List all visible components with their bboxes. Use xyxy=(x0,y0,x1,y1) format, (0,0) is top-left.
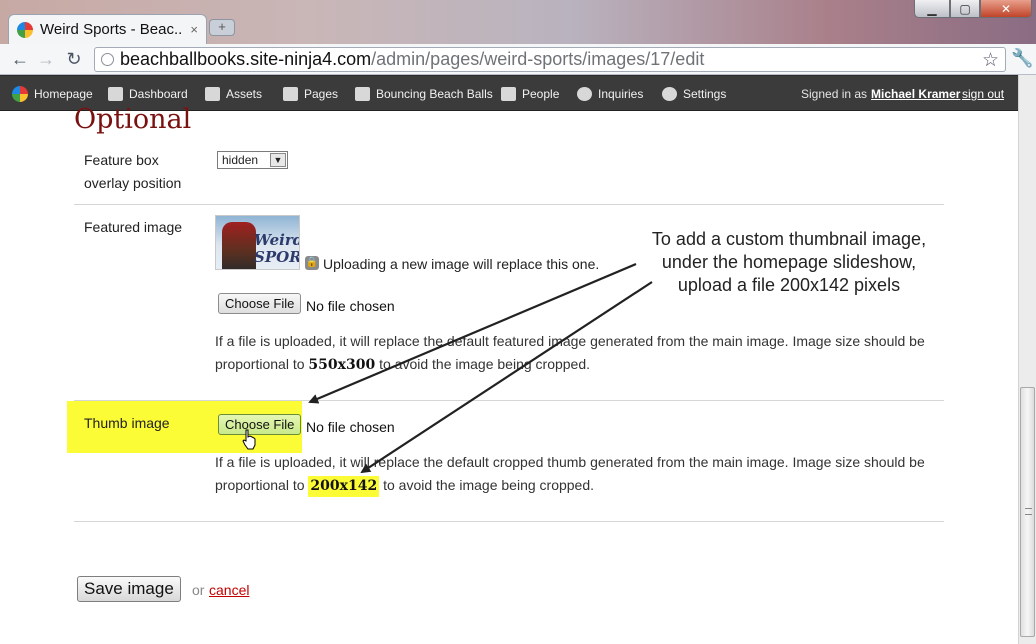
thumb-size: 200x142 xyxy=(308,476,380,497)
featured-image-preview: Weird SPORTS xyxy=(215,215,300,270)
new-tab-button[interactable]: + xyxy=(209,19,235,36)
replace-note: Uploading a new image will replace this … xyxy=(323,256,600,272)
signed-in-prefix: Signed in as xyxy=(801,87,868,101)
nav-item-label: Bouncing Beach Balls xyxy=(376,87,493,101)
gear-icon xyxy=(662,87,677,101)
nav-item-assets[interactable]: Assets xyxy=(205,76,262,112)
nav-item-label: Homepage xyxy=(34,87,93,101)
back-arrow-icon[interactable]: ← xyxy=(8,48,32,70)
nav-item-label: Pages xyxy=(304,87,339,101)
overlay-position-select[interactable]: hidden ▼ xyxy=(217,151,288,169)
nav-item-label: People xyxy=(522,87,560,101)
thumb-no-file-text: No file chosen xyxy=(306,419,395,435)
scrollbar-thumb[interactable] xyxy=(1020,387,1035,637)
person-icon xyxy=(501,87,516,101)
featured-help-text: If a file is uploaded, it will replace t… xyxy=(215,330,935,377)
tab-title: Weird Sports - Beac... xyxy=(40,21,184,38)
arrow-to-thumb-size xyxy=(360,281,653,474)
url-host: beachballbooks.site-ninja4.com xyxy=(120,49,372,69)
annotation-line: under the homepage slideshow, xyxy=(661,252,917,272)
preview-logo-text: Weird SPORTS xyxy=(254,231,300,266)
page-icon xyxy=(101,53,114,66)
nav-item-label: Inquiries xyxy=(598,87,644,101)
nav-item-pages[interactable]: Pages xyxy=(283,76,338,112)
address-bar[interactable]: beachballbooks.site-ninja4.com/admin/pag… xyxy=(94,47,1006,72)
forward-arrow-icon[interactable]: → xyxy=(34,48,58,70)
thumb-image-label: Thumb image xyxy=(84,415,170,431)
or-text: or xyxy=(192,582,205,598)
beachball-icon xyxy=(12,86,28,102)
browser-toolbar: ← → ↻ beachballbooks.site-ninja4.com/adm… xyxy=(0,44,1036,75)
featured-help-after: to avoid the image being cropped. xyxy=(375,356,591,372)
folder-icon xyxy=(205,87,220,101)
overlay-position-label: Feature box overlay position xyxy=(84,152,182,191)
thumb-help-after: to avoid the image being cropped. xyxy=(379,477,595,493)
annotation-line: To add a custom thumbnail image, xyxy=(651,229,927,249)
chevron-down-icon: ▼ xyxy=(270,153,286,167)
nav-item-settings[interactable]: Settings xyxy=(662,76,726,112)
nav-item-inquiries[interactable]: Inquiries xyxy=(577,76,643,112)
wrench-icon[interactable]: 🔧 xyxy=(1011,48,1033,69)
signed-in-status: Signed in as Michael Kramer xyxy=(801,76,960,112)
thumb-help-text: If a file is uploaded, it will replace t… xyxy=(215,451,935,498)
cancel-link[interactable]: cancel xyxy=(209,582,249,598)
featured-size: 550x300 xyxy=(308,357,376,373)
scrollbar-grip xyxy=(1025,508,1032,515)
close-window-button[interactable]: ✕ xyxy=(980,0,1032,18)
thumb-choose-file-button[interactable]: Choose File xyxy=(218,414,302,435)
nav-item-bouncing-beach-balls[interactable]: Bouncing Beach Balls xyxy=(355,76,493,112)
house-icon xyxy=(108,87,123,101)
nav-item-label: Assets xyxy=(226,87,263,101)
annotation-line: upload a file 200x142 pixels xyxy=(677,275,901,295)
featured-no-file-text: No file chosen xyxy=(306,298,395,314)
maximize-window-button[interactable]: ▢ xyxy=(950,0,980,18)
section-title: Optional xyxy=(74,104,192,135)
reload-icon[interactable]: ↻ xyxy=(62,48,86,70)
pages-icon xyxy=(283,87,298,101)
nav-item-people[interactable]: People xyxy=(501,76,559,112)
mouse-cursor-icon xyxy=(242,429,256,450)
nav-item-label: Dashboard xyxy=(129,87,188,101)
minimize-window-button[interactable]: ▁ xyxy=(914,0,950,18)
preview-figure xyxy=(222,222,256,269)
close-tab-icon[interactable]: × xyxy=(190,22,198,37)
annotation-callout: To add a custom thumbnail image, under t… xyxy=(622,228,956,297)
page-scrollbar[interactable] xyxy=(1018,75,1036,644)
url-path: /admin/pages/weird-sports/images/17/edit xyxy=(371,49,705,69)
divider xyxy=(74,204,944,205)
save-image-button[interactable]: Save image xyxy=(77,576,181,602)
overlay-position-value: hidden xyxy=(222,153,259,167)
browser-titlebar: Weird Sports - Beac... × + ▁ ▢ ✕ xyxy=(0,0,1036,44)
user-name-link[interactable]: Michael Kramer xyxy=(871,87,960,101)
lock-icon: 🔒 xyxy=(305,256,319,270)
featured-image-label: Featured image xyxy=(84,219,183,235)
browser-tab[interactable]: Weird Sports - Beac... × xyxy=(8,14,207,44)
speech-bubble-icon xyxy=(577,87,592,101)
book-icon xyxy=(355,87,370,101)
featured-choose-file-button[interactable]: Choose File xyxy=(218,293,302,314)
nav-item-label: Settings xyxy=(683,87,727,101)
sign-out-link[interactable]: sign out xyxy=(962,76,1004,112)
divider xyxy=(74,521,944,522)
bookmark-star-icon[interactable]: ☆ xyxy=(982,49,999,72)
beachball-icon xyxy=(17,21,33,38)
